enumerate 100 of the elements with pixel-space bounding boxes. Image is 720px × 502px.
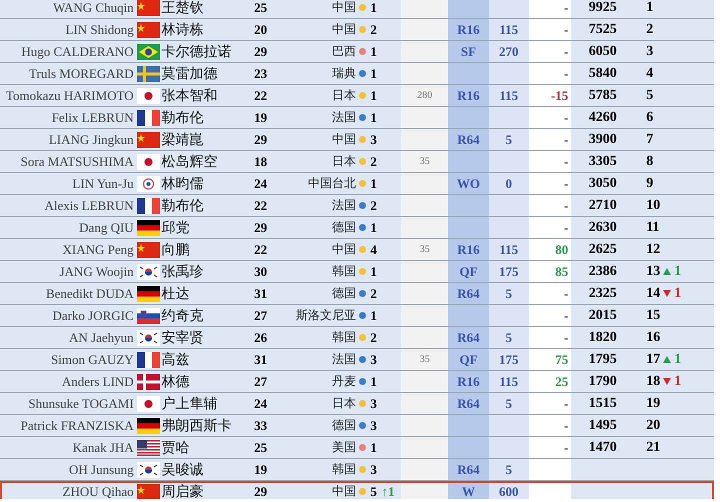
age: 27 (254, 374, 268, 390)
country-name: 中国台北 (308, 175, 356, 192)
flag-icon (136, 88, 160, 104)
flag-icon (136, 198, 160, 214)
flag-icon (136, 484, 160, 499)
age: 24 (254, 176, 268, 192)
table-cell (448, 437, 489, 458)
player-name: Dang QIU (79, 220, 134, 236)
flag-icon (136, 264, 160, 280)
rank: 4 (646, 66, 654, 82)
rank: 2 (646, 22, 654, 38)
count: 1 (370, 374, 377, 390)
player-name-chinese: 王楚钦 (161, 0, 204, 16)
player-name-chinese: 弗朗西斯卡 (161, 416, 232, 434)
count: 1 (370, 44, 377, 60)
rank: 3 (646, 44, 654, 60)
player-name: Anders LIND (62, 374, 134, 390)
table-cell (528, 481, 572, 499)
player-name: Darko JORGIC (52, 308, 134, 324)
table-cell (401, 173, 448, 194)
table-cell (401, 459, 448, 480)
country-name: 德国 (332, 285, 356, 302)
player-name-chinese: 梁靖崑 (161, 130, 204, 148)
flag-icon (136, 44, 160, 60)
table-cell: - (528, 151, 572, 172)
table-cell: R64 (448, 393, 489, 414)
count: 2 (370, 198, 377, 214)
table-cell: 280 (401, 85, 448, 106)
count: 1 (370, 308, 377, 324)
rank: 15 (646, 308, 660, 324)
country-name: 日本 (332, 395, 356, 412)
count: 2 (370, 22, 377, 38)
player-name-chinese: 林诗栋 (161, 20, 204, 38)
table-cell: - (528, 327, 572, 348)
player-name-chinese: 户上隼辅 (161, 394, 218, 412)
trend: ↑1 (381, 484, 394, 499)
table-cell: R16 (448, 19, 489, 40)
country-name: 法国 (332, 351, 356, 368)
table-cell: - (528, 393, 572, 414)
table-cell (448, 151, 489, 172)
count: 1 (370, 110, 377, 126)
age: 20 (254, 22, 268, 38)
rank: 11 (646, 220, 660, 236)
table-cell: WO (448, 173, 489, 194)
flag-icon (136, 154, 160, 170)
rank-change: 1 (674, 352, 682, 368)
player-name-chinese: 勒布伦 (161, 108, 204, 126)
age: 31 (254, 286, 268, 302)
country-name: 斯洛文尼亚 (296, 307, 356, 324)
player-name: Alexis LEBRUN (44, 198, 134, 214)
flag-icon (136, 22, 160, 38)
rank: 7 (646, 132, 654, 148)
table-cell (401, 217, 448, 238)
total-points: 2386 (588, 264, 617, 280)
total-points: 9925 (588, 0, 617, 16)
flag-icon (136, 440, 160, 456)
table-cell: - (528, 107, 572, 128)
flag-icon (136, 176, 160, 192)
rank: 6 (646, 110, 654, 126)
rank: 10 (646, 198, 660, 214)
table-cell (448, 0, 489, 18)
table-cell (401, 305, 448, 326)
total-points: 1495 (588, 418, 617, 434)
age: 30 (254, 264, 268, 280)
player-name-chinese: 林德 (161, 372, 190, 390)
total-points: 2710 (588, 198, 617, 214)
age: 29 (254, 44, 268, 60)
rank: 12 (646, 242, 660, 258)
table-cell (401, 129, 448, 150)
table-cell: - (528, 0, 572, 18)
player-name-chinese: 勒布伦 (161, 196, 204, 214)
country-name: 中国 (332, 131, 356, 148)
count: 4 (370, 242, 377, 258)
country-name: 巴西 (332, 43, 356, 60)
rank: 16 (646, 330, 660, 346)
country-name: 法国 (332, 197, 356, 214)
country-name: 中国 (332, 21, 356, 38)
total-points: 6050 (588, 44, 617, 60)
rank: 17 (646, 352, 660, 368)
player-name: AN Jaehyun (69, 330, 134, 346)
total-points: 1790 (588, 374, 617, 390)
table-cell: QF (448, 261, 489, 282)
flag-icon (136, 242, 160, 258)
total-points: 2325 (588, 286, 617, 302)
table-cell (448, 415, 489, 436)
age: 25 (254, 440, 268, 456)
rank-change: 1 (674, 264, 682, 280)
flag-icon (136, 110, 160, 126)
table-cell: R16 (448, 239, 489, 260)
country-name: 中国 (332, 483, 356, 499)
table-cell (401, 415, 448, 436)
country-name: 法国 (332, 109, 356, 126)
age: 29 (254, 132, 268, 148)
player-name: OH Junsung (69, 462, 134, 478)
rank-change: 1 (674, 286, 682, 302)
player-name-chinese: 向鹏 (161, 240, 190, 258)
player-name-chinese: 卡尔德拉诺 (161, 42, 232, 60)
total-points: 2015 (588, 308, 617, 324)
table-cell: - (528, 415, 572, 436)
rank: 19 (646, 396, 660, 412)
